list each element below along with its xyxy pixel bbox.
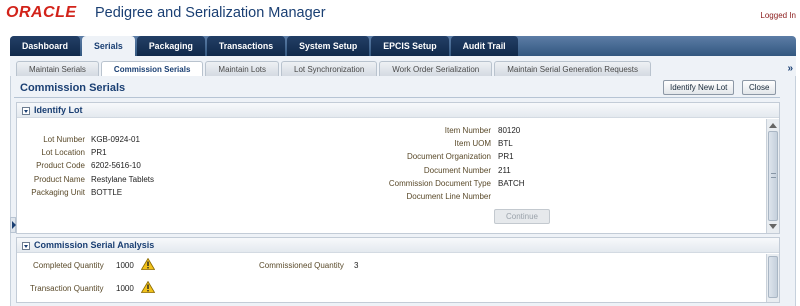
analysis-title: Commission Serial Analysis bbox=[34, 240, 155, 250]
subtab-maintain-serials[interactable]: Maintain Serials bbox=[16, 61, 99, 76]
lot-location-label: Lot Location bbox=[41, 148, 85, 157]
subtab-maintain-serial-generation-requests[interactable]: Maintain Serial Generation Requests bbox=[494, 61, 652, 76]
grip-icon bbox=[771, 173, 776, 178]
document-organization-value: PR1 bbox=[498, 152, 514, 161]
transaction-quantity-value: 1000 bbox=[116, 284, 134, 293]
analysis-header: Commission Serial Analysis bbox=[17, 238, 779, 253]
tab-audit-trail[interactable]: Audit Trail bbox=[450, 36, 518, 56]
app-title: Pedigree and Serialization Manager bbox=[95, 5, 326, 21]
document-organization-label: Document Organization bbox=[406, 152, 491, 161]
transaction-quantity-label: Transaction Quantity bbox=[30, 284, 104, 293]
commissioned-quantity-field: Commissioned Quantity bbox=[259, 261, 344, 270]
product-code-label: Product Code bbox=[36, 161, 85, 170]
tab-dashboard[interactable]: Dashboard bbox=[10, 36, 80, 56]
packaging-unit-value: BOTTLE bbox=[91, 188, 123, 197]
document-line-number-label: Document Line Number bbox=[406, 192, 491, 201]
document-number-label: Document Number bbox=[423, 166, 491, 175]
analysis-scrollbar[interactable] bbox=[766, 254, 779, 302]
transaction-quantity-field: Transaction Quantity bbox=[30, 284, 104, 293]
packaging-unit-label: Packaging Unit bbox=[31, 188, 85, 197]
tab-serials[interactable]: Serials bbox=[81, 36, 135, 56]
commission-document-type-value: BATCH bbox=[498, 179, 525, 188]
completed-quantity-label: Completed Quantity bbox=[33, 261, 104, 270]
page-title: Commission Serials bbox=[20, 82, 126, 94]
item-uom-value: BTL bbox=[498, 139, 513, 148]
scroll-down-icon[interactable] bbox=[769, 224, 777, 229]
identify-lot-header: Identify Lot bbox=[17, 103, 779, 118]
main-tabs: Dashboard Serials Packaging Transactions… bbox=[10, 36, 520, 56]
completed-quantity-value: 1000 bbox=[116, 261, 134, 270]
product-code-value: 6202-5616-10 bbox=[91, 161, 141, 170]
lot-number-value: KGB-0924-01 bbox=[91, 135, 140, 144]
scroll-up-icon[interactable] bbox=[769, 123, 777, 128]
identify-lot-title: Identify Lot bbox=[34, 105, 83, 115]
completed-quantity-field: Completed Quantity bbox=[33, 261, 104, 270]
collapse-icon[interactable] bbox=[22, 107, 30, 115]
identify-new-lot-button[interactable]: Identify New Lot bbox=[663, 80, 735, 95]
oracle-logo: ORACLE bbox=[6, 4, 77, 21]
subtab-lot-synchronization[interactable]: Lot Synchronization bbox=[281, 61, 378, 76]
lot-number-label: Lot Number bbox=[43, 135, 85, 144]
tab-epcis-setup[interactable]: EPCIS Setup bbox=[371, 36, 449, 56]
close-button[interactable]: Close bbox=[742, 80, 777, 95]
tab-transactions[interactable]: Transactions bbox=[206, 36, 286, 56]
warning-icon bbox=[141, 258, 155, 270]
identify-lot-scrollbar[interactable] bbox=[766, 119, 779, 233]
more-tabs-icon[interactable]: » bbox=[787, 63, 793, 74]
scroll-thumb[interactable] bbox=[768, 131, 778, 221]
commission-document-type-label: Commission Document Type bbox=[388, 179, 491, 188]
warning-icon bbox=[141, 281, 155, 293]
product-name-value: Restylane Tablets bbox=[91, 175, 154, 184]
item-number-value: 80120 bbox=[498, 126, 521, 135]
commission-serial-analysis-panel: Commission Serial Analysis bbox=[16, 237, 780, 303]
sub-tabs: Maintain Serials Commission Serials Main… bbox=[16, 61, 653, 76]
document-number-value: 211 bbox=[498, 166, 511, 175]
logged-in-text: Logged In bbox=[760, 11, 796, 20]
branding-bar: ORACLE Pedigree and Serialization Manage… bbox=[0, 0, 800, 33]
item-number-label: Item Number bbox=[444, 126, 491, 135]
scroll-thumb[interactable] bbox=[768, 256, 778, 298]
title-divider bbox=[14, 97, 780, 98]
item-uom-label: Item UOM bbox=[454, 139, 491, 148]
tab-system-setup[interactable]: System Setup bbox=[287, 36, 370, 56]
collapse-icon[interactable] bbox=[22, 242, 30, 250]
subtab-work-order-serialization[interactable]: Work Order Serialization bbox=[379, 61, 493, 76]
lot-location-value: PR1 bbox=[91, 148, 107, 157]
subtab-commission-serials[interactable]: Commission Serials bbox=[100, 61, 204, 76]
commissioned-quantity-value: 3 bbox=[354, 261, 359, 270]
subtab-maintain-lots[interactable]: Maintain Lots bbox=[205, 61, 279, 76]
product-name-label: Product Name bbox=[33, 175, 85, 184]
tab-packaging[interactable]: Packaging bbox=[136, 36, 205, 56]
commissioned-quantity-label: Commissioned Quantity bbox=[259, 261, 344, 270]
continue-button[interactable]: Continue bbox=[494, 209, 550, 224]
